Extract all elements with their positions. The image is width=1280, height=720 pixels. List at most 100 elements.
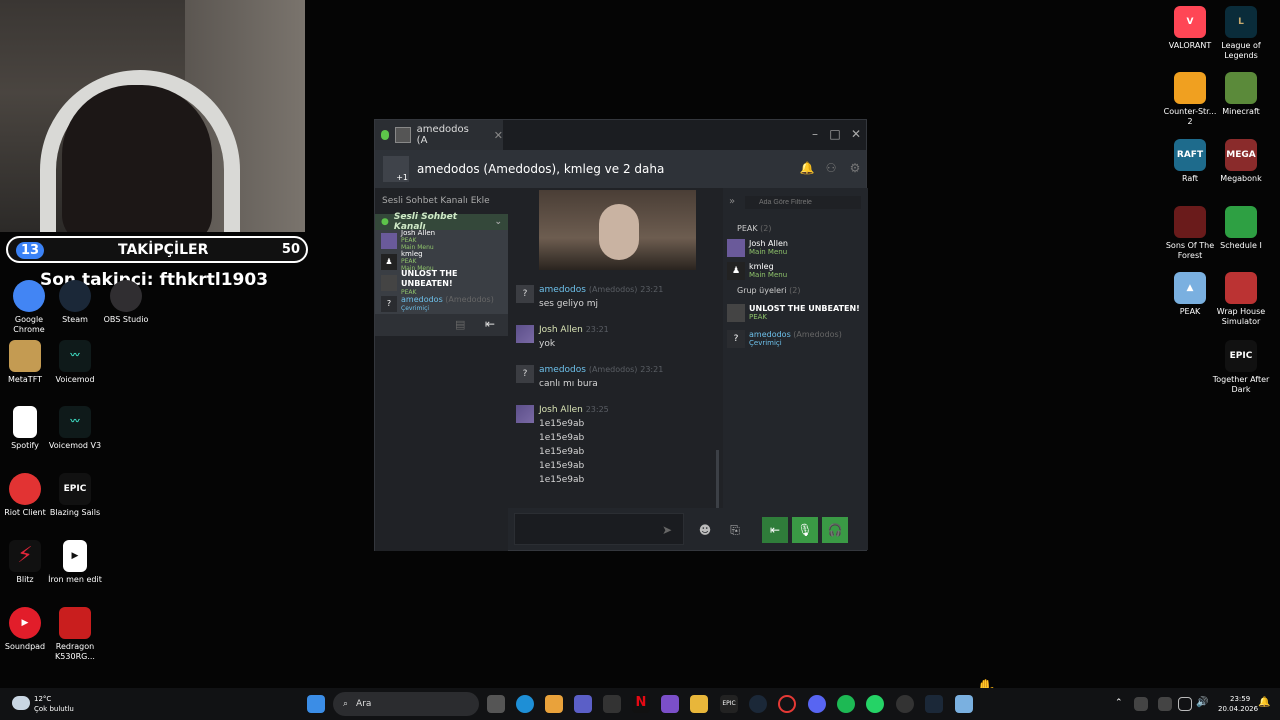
voicemod-icon: 〰 [59,406,91,438]
voice-member[interactable]: UNLOST THE UNBEATEN! PEAK [375,269,508,296]
epic-games-icon[interactable]: EPIC [720,695,738,713]
league-icon: L [1225,6,1257,38]
soundpad-icon: ▶ [9,607,41,639]
desktop-icon-voicemod-v3[interactable]: 〰 Voicemod V3 [46,406,104,451]
desktop-icon-megabonk[interactable]: MEGA Megabonk [1212,139,1270,184]
desktop-icon-together-after-dark[interactable]: EPIC Together After Dark [1212,340,1270,395]
voice-member[interactable]: ? amedodos (Amedodos) Çevrimiçi [375,293,508,314]
whatsapp-icon[interactable] [866,695,884,713]
chat-scrollbar[interactable] [716,450,719,508]
desktop-icon-league[interactable]: L League of Legends [1212,6,1270,61]
follower-goal-label: TAKİPÇİLER [118,242,209,258]
minimize-button[interactable]: – [805,124,825,144]
attach-button[interactable]: ⎘ [722,517,748,543]
gear-icon[interactable]: ⚙ [847,161,863,177]
leave-voice-icon[interactable]: ⇤ [485,317,495,331]
close-window-button[interactable]: ✕ [846,124,866,144]
discord-icon[interactable] [808,695,826,713]
maximize-button[interactable]: □ [825,124,845,144]
calendar-icon[interactable]: ▤ [455,318,465,331]
desktop-icon-redragon[interactable]: Redragon K530RG... [46,607,104,662]
leave-voice-button[interactable]: ⇤ [762,517,788,543]
schedule-i-icon [1225,206,1257,238]
member-item[interactable]: Josh Allen Main Menu [727,239,788,257]
avatar [516,325,534,343]
desktop-icon-blazing-sails[interactable]: EPIC Blazing Sails [46,473,104,518]
peak-icon: ▲ [1174,272,1206,304]
desktop-icon-minecraft[interactable]: Minecraft [1212,72,1270,117]
desktop: 13 TAKİPÇİLER 50 Son takipçi: fthkrtl190… [0,0,1280,720]
close-tab-icon[interactable]: ✕ [494,129,503,142]
desktop-icon-peak[interactable]: ▲ PEAK [1161,272,1219,317]
desktop-icon-voicemod[interactable]: 〰 Voicemod [46,340,104,385]
desktop-icon-obs[interactable]: OBS Studio [97,280,155,325]
webcam-feed [0,0,305,232]
desktop-icon-wrap-house[interactable]: Wrap House Simulator [1212,272,1270,327]
desktop-icon-raft[interactable]: RAFT Raft [1161,139,1219,184]
file-icon [13,406,37,438]
tray-app-icon[interactable] [1158,697,1172,711]
teams-icon[interactable] [574,695,592,713]
chevron-down-icon[interactable]: ⌄ [494,217,502,227]
obs-icon [110,280,142,312]
chrome-icon [13,280,45,312]
notification-icon[interactable]: 🔔 [1258,697,1270,708]
desktop-icon-valorant[interactable]: V VALORANT [1161,6,1219,51]
member-item[interactable]: ♟ kmleg Main Menu [727,262,787,280]
steam-icon[interactable] [749,695,767,713]
desktop-icon-schedule-i[interactable]: Schedule I [1212,206,1270,251]
spotify-icon[interactable] [837,695,855,713]
volume-icon[interactable]: 🔊 [1196,697,1208,708]
start-button[interactable] [307,695,325,713]
clock-time[interactable]: 23:59 [1230,695,1250,703]
member-group-header: Grup üyeleri (2) [737,286,801,295]
metatft-icon [9,340,41,372]
visual-studio-icon[interactable] [661,695,679,713]
opera-icon[interactable] [778,695,796,713]
add-voice-channel-button[interactable]: Sesli Sohbet Kanalı Ekle [375,188,508,214]
avatar [381,232,397,249]
voice-channel-header[interactable]: ● Sesli Sohbet Kanalı ⌄ [375,212,508,232]
chat-header: +1 amedodos (Amedodos), kmleg ve 2 daha … [375,150,866,188]
collapse-icon[interactable]: » [729,196,735,207]
headset-button[interactable]: 🎧 [822,517,848,543]
weather-icon [12,696,30,710]
voice-channel[interactable]: ● Sesli Sohbet Kanalı ⌄ Josh Allen PEAK Ma… [375,212,508,336]
member-filter-input[interactable] [745,196,861,209]
video-stream[interactable] [539,190,696,270]
voice-member[interactable]: Josh Allen PEAK Main Menu [375,230,508,251]
chat-tab[interactable]: amedodos (A ✕ [375,120,503,150]
member-item[interactable]: UNLOST THE UNBEATEN! PEAK [727,304,860,322]
netflix-icon[interactable]: N [632,695,650,713]
file-explorer-icon[interactable] [690,695,708,713]
desktop-icon-sons-of-the-forest[interactable]: Sons Of The Forest [1161,206,1219,261]
network-icon[interactable] [1178,697,1192,711]
add-friend-icon[interactable]: ⚇ [823,161,839,177]
peak-icon[interactable] [955,695,973,713]
microphone-button[interactable]: 🎙 [792,517,818,543]
snipping-tool-icon[interactable] [603,695,621,713]
avatar: ♟ [381,253,397,270]
chevron-up-icon[interactable]: ⌃ [1115,698,1123,708]
voice-active-icon [381,130,389,140]
member-item[interactable]: ? amedodos (Amedodos) Çevrimiçi [727,330,842,348]
raft-icon: RAFT [1174,139,1206,171]
bell-icon[interactable]: 🔔 [799,161,815,177]
epic-games-icon: EPIC [1225,340,1257,372]
desktop-icon-steam[interactable]: Steam [46,280,104,325]
copilot-icon[interactable] [545,695,563,713]
send-button[interactable]: ➤ [654,517,680,543]
clock-date[interactable]: 20.04.2026 [1218,705,1258,713]
edge-icon[interactable] [516,695,534,713]
desktop-icon-iron-men-edit[interactable]: ▶ İron men edit [46,540,104,585]
obs-icon[interactable] [896,695,914,713]
task-view-icon[interactable] [487,695,505,713]
desktop-icon-counter-strike[interactable]: Counter-Str... 2 [1161,72,1219,127]
sons-of-the-forest-icon [1174,206,1206,238]
taskbar-search[interactable]: ⌕ Ara [333,692,479,716]
onedrive-icon[interactable] [1134,697,1148,711]
steam-chat-window: amedodos (A ✕ – □ ✕ +1 amedodos (Amedodo… [374,119,868,551]
emoji-button[interactable]: ☻ [692,517,718,543]
steam-chat-icon[interactable] [925,695,943,713]
avatar: ? [516,365,534,383]
